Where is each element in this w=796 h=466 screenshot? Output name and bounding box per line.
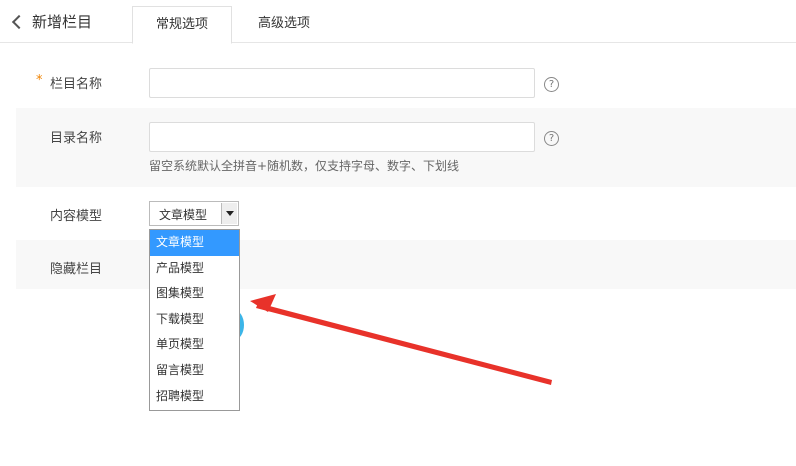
annotation-arrow-icon: [250, 294, 552, 385]
